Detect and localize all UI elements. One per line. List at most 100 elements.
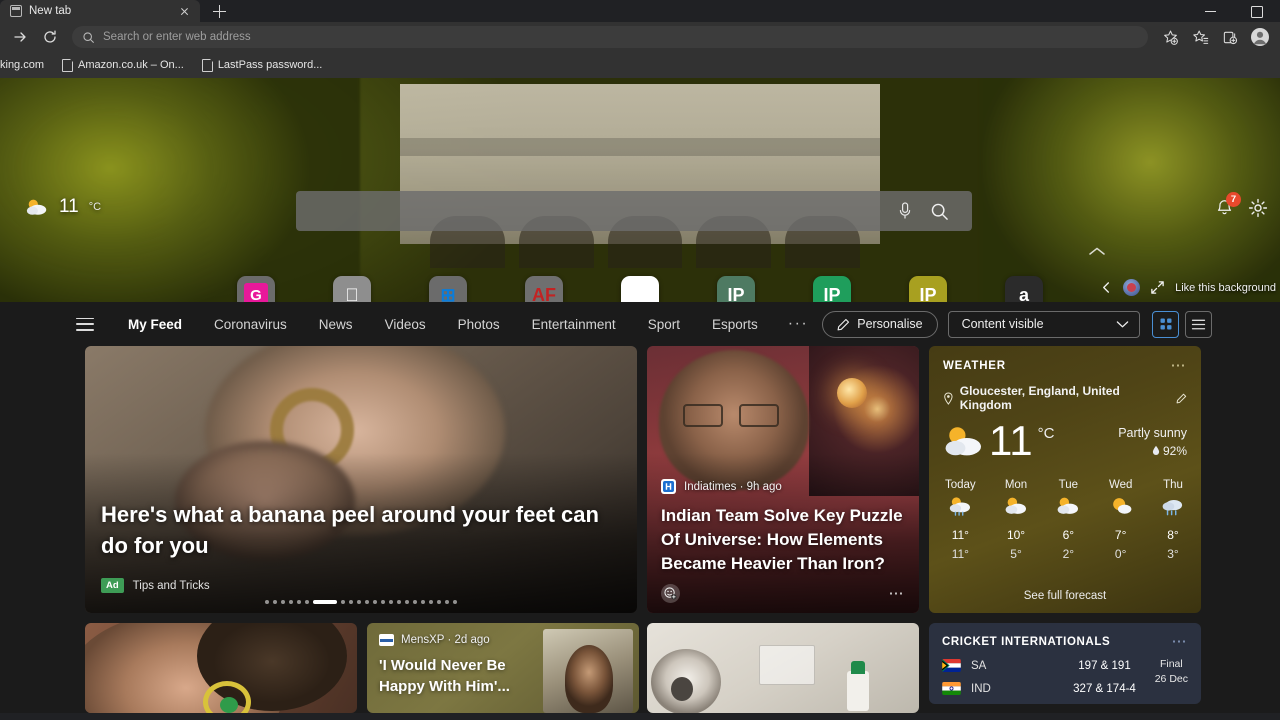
quick-link-tile[interactable]: http://172.25...: [592, 276, 688, 302]
quick-link-tile[interactable]: AFAction Fraud: [496, 276, 592, 302]
indiatimes-article-card[interactable]: Indiatimes · 9h ago Indian Team Solve Ke…: [647, 346, 919, 613]
forecast-day-label: Today: [945, 479, 976, 491]
quick-link-tile[interactable]: aAmazon: [976, 276, 1072, 302]
microphone-icon[interactable]: [888, 201, 922, 221]
hero-weather-widget[interactable]: 11 °C: [25, 196, 101, 218]
expand-arrow-icon[interactable]: [1150, 280, 1165, 295]
carousel-dot[interactable]: [445, 600, 449, 604]
location-pin-icon: [944, 391, 953, 405]
reaction-smiley-icon[interactable]: [661, 584, 680, 603]
feed-more-tabs-button[interactable]: ···: [774, 316, 822, 332]
content-visibility-select[interactable]: Content visible: [947, 310, 1140, 338]
search-icon[interactable]: [922, 202, 956, 221]
cricket-widget[interactable]: CRICKET INTERNATIONALS ⋯ SA 197 & 191 IN…: [929, 623, 1201, 704]
carousel-dot[interactable]: [357, 600, 361, 604]
new-tab-button[interactable]: [206, 0, 232, 22]
quick-link-tile[interactable]: IPWindows co...: [880, 276, 976, 302]
carousel-dot[interactable]: [365, 600, 369, 604]
pencil-icon: [837, 318, 850, 330]
bookmark-item[interactable]: LastPass password...: [193, 57, 332, 74]
carousel-dot[interactable]: [341, 600, 345, 604]
carousel-dot[interactable]: [437, 600, 441, 604]
browser-tab[interactable]: New tab: [0, 0, 200, 22]
weather-full-forecast-link[interactable]: See full forecast: [929, 590, 1201, 602]
carousel-dot[interactable]: [297, 600, 301, 604]
mensxp-article-card[interactable]: MensXP · 2d ago 'I Would Never Be Happy …: [367, 623, 639, 713]
carousel-dot[interactable]: [373, 600, 377, 604]
water-drop-icon: [1152, 445, 1159, 456]
feed-tab-videos[interactable]: Videos: [369, 317, 442, 332]
carousel-dot[interactable]: [349, 600, 353, 604]
feed-tab-news[interactable]: News: [303, 317, 369, 332]
weather-forecast-day: Today 11° 11°: [945, 479, 976, 561]
collections-icon[interactable]: [1216, 24, 1244, 50]
quick-link-icon: ⊞: [429, 276, 467, 302]
feed-tab-sport[interactable]: Sport: [632, 317, 696, 332]
list-view-icon[interactable]: [1185, 310, 1212, 338]
quick-link-tile[interactable]: ⊞Windows Insi...: [400, 276, 496, 302]
indiatimes-card-footer: ⋯: [661, 584, 905, 603]
carousel-dot[interactable]: [413, 600, 417, 604]
reload-icon[interactable]: [36, 24, 64, 50]
face-article-card[interactable]: [85, 623, 357, 713]
maximize-icon[interactable]: [1234, 0, 1280, 22]
feed-tab-esports[interactable]: Esports: [696, 317, 774, 332]
quick-link-tile[interactable]: IPhttp://172.25...: [688, 276, 784, 302]
feed-tab-photos[interactable]: Photos: [442, 317, 516, 332]
favorites-star-icon[interactable]: [1186, 24, 1214, 50]
carousel-dot[interactable]: [453, 600, 457, 604]
carousel-dot[interactable]: [289, 600, 293, 604]
partly-sunny-icon: [1004, 496, 1028, 521]
quick-link-tile[interactable]: Apple (UK): [304, 276, 400, 302]
weather-widget[interactable]: WEATHER ⋯ Gloucester, England, United Ki…: [929, 346, 1201, 613]
chevron-up-icon[interactable]: [1088, 244, 1106, 262]
background-tree-left: [0, 78, 360, 302]
carousel-dot[interactable]: [265, 600, 269, 604]
notifications-button[interactable]: 7: [1215, 192, 1241, 223]
feed-tab-entertainment[interactable]: Entertainment: [516, 317, 632, 332]
bookmark-item[interactable]: Amazon.co.uk – On...: [53, 57, 193, 74]
like-background-label[interactable]: Like this background: [1175, 282, 1276, 294]
carousel-dot[interactable]: [405, 600, 409, 604]
carousel-dot[interactable]: [273, 600, 277, 604]
bookmark-item[interactable]: king.com: [0, 57, 53, 73]
more-ellipsis-icon[interactable]: ⋯: [1171, 358, 1188, 373]
quick-link-icon: a: [1005, 276, 1043, 302]
bathroom-article-card[interactable]: [647, 623, 919, 713]
background-info-icon[interactable]: [1123, 279, 1141, 296]
weather-location-row[interactable]: Gloucester, England, United Kingdom: [943, 384, 1187, 412]
carousel-dot[interactable]: [397, 600, 401, 604]
more-ellipsis-icon[interactable]: ⋯: [1172, 634, 1189, 649]
carousel-dot[interactable]: [421, 600, 425, 604]
close-icon[interactable]: [177, 4, 192, 19]
carousel-dot[interactable]: [305, 600, 309, 604]
personalise-button[interactable]: Personalise: [822, 310, 938, 338]
feed-tab-coronavirus[interactable]: Coronavirus: [198, 317, 303, 332]
hamburger-menu-icon[interactable]: [76, 317, 94, 331]
address-bar[interactable]: Search or enter web address: [72, 26, 1148, 48]
gear-icon[interactable]: [1248, 198, 1268, 223]
forward-arrow-icon[interactable]: [6, 24, 34, 50]
pencil-edit-icon: [1176, 393, 1187, 403]
tab-title: New tab: [29, 5, 72, 17]
forecast-day-label: Wed: [1108, 479, 1133, 491]
weather-humidity-row: 92%: [1118, 444, 1187, 458]
carousel-dot[interactable]: [313, 600, 337, 604]
carousel-dot[interactable]: [381, 600, 385, 604]
hero-article-card[interactable]: Here's what a banana peel around your fe…: [85, 346, 637, 613]
carousel-dots[interactable]: [265, 600, 457, 604]
chevron-left-icon[interactable]: [1100, 281, 1113, 294]
carousel-dot[interactable]: [429, 600, 433, 604]
weather-unit: °C: [1037, 425, 1055, 442]
carousel-dot[interactable]: [389, 600, 393, 604]
profile-avatar-icon[interactable]: [1246, 24, 1274, 50]
feed-tab-my-feed[interactable]: My Feed: [112, 317, 198, 332]
quick-link-tile[interactable]: GSecurity Cent...: [208, 276, 304, 302]
more-ellipsis-icon[interactable]: ⋯: [889, 586, 906, 601]
quick-link-tile[interactable]: IPSecurity Cent...: [784, 276, 880, 302]
minimize-icon[interactable]: [1188, 0, 1234, 22]
add-to-collection-icon[interactable]: [1156, 24, 1184, 50]
carousel-dot[interactable]: [281, 600, 285, 604]
grid-view-icon[interactable]: [1152, 310, 1179, 338]
hero-search-box[interactable]: [296, 191, 972, 231]
